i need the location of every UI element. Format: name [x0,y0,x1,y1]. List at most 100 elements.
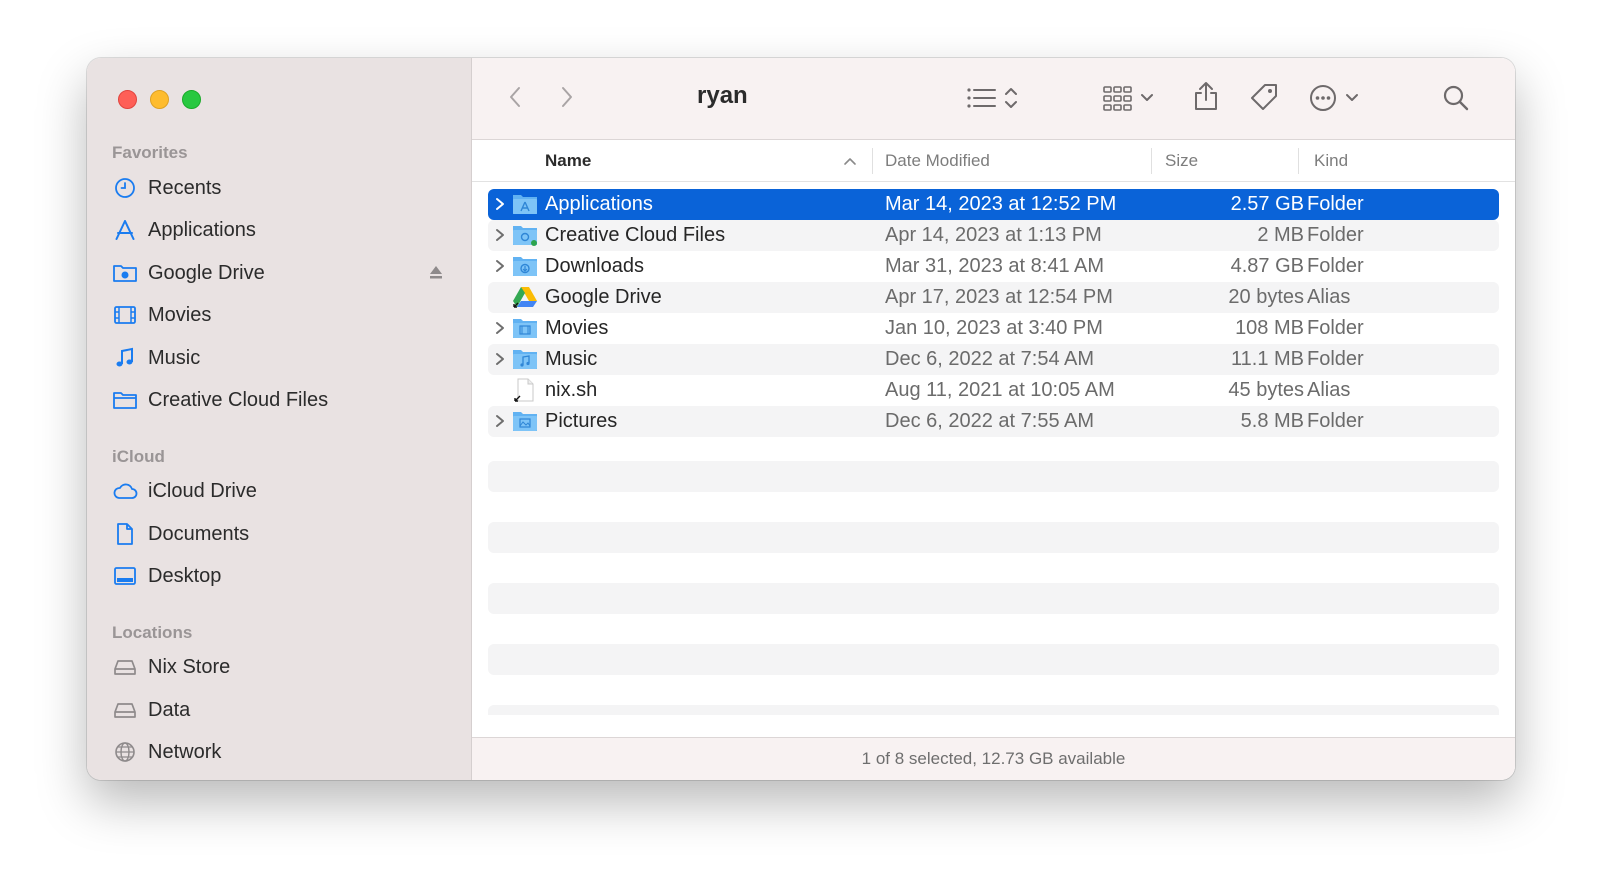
share-icon [1195,82,1217,110]
share-button[interactable] [1191,78,1221,114]
column-header-size[interactable]: Size [1165,140,1198,182]
table-row[interactable]: Movies Jan 10, 2023 at 3:40 PM 108 MB Fo… [488,313,1499,344]
minimize-button[interactable] [150,90,169,109]
sidebar-item-desktop[interactable]: Desktop [112,559,452,593]
column-divider[interactable] [872,148,873,174]
column-header-kind[interactable]: Kind [1314,140,1348,182]
empty-row-stripe [488,644,1499,675]
drive-icon [112,654,138,680]
table-row[interactable]: nix.sh Aug 11, 2021 at 10:05 AM 45 bytes… [488,375,1499,406]
file-date: Jan 10, 2023 at 3:40 PM [885,317,1103,339]
table-row[interactable]: Applications Mar 14, 2023 at 12:52 PM 2.… [488,189,1499,220]
sidebar-item-label: Music [148,346,201,369]
column-header-date[interactable]: Date Modified [885,140,990,182]
tag-icon [1251,84,1277,110]
status-bar: 1 of 8 selected, 12.73 GB available [472,737,1515,780]
back-button[interactable] [502,82,528,112]
sidebar-item-google-drive[interactable]: Google Drive [112,256,452,290]
window-controls [118,90,201,109]
sidebar-item-documents[interactable]: Documents [112,517,452,551]
file-list: Applications Mar 14, 2023 at 12:52 PM 2.… [488,189,1499,437]
window-title: ryan [697,82,748,109]
view-options-button[interactable] [965,82,1025,114]
sidebar-item-nix-store[interactable]: Nix Store [112,650,452,684]
pictures-folder-icon [513,412,537,431]
file-size: 4.87 GB [1230,255,1304,277]
sidebar-item-movies[interactable]: Movies [112,298,452,332]
search-button[interactable] [1440,82,1472,114]
globe-icon [112,739,138,765]
file-date: Apr 17, 2023 at 12:54 PM [885,286,1113,308]
zoom-button[interactable] [182,90,201,109]
sidebar-item-label: Desktop [148,564,222,587]
disclosure-triangle-icon[interactable] [494,227,506,243]
downloads-folder-icon [513,257,537,276]
sidebar-item-applications[interactable]: Applications [112,213,452,247]
column-divider[interactable] [1298,148,1299,174]
sidebar-item-label: Network [148,740,222,763]
tag-button[interactable] [1247,80,1281,114]
column-header-bar: Name Date Modified Size Kind [472,140,1515,182]
empty-row-stripe [488,522,1499,553]
column-divider[interactable] [1151,148,1152,174]
chevron-right-icon [562,87,572,107]
close-button[interactable] [118,90,137,109]
list-view-icon [967,88,996,108]
sidebar-item-label: Documents [148,522,250,545]
table-row[interactable]: Google Drive Apr 17, 2023 at 12:54 PM 20… [488,282,1499,313]
disclosure-triangle-icon[interactable] [494,351,506,367]
file-kind: Alias [1307,379,1351,401]
sidebar-item-recents[interactable]: Recents [112,171,452,205]
disclosure-triangle-icon[interactable] [494,196,506,212]
table-row[interactable]: Music Dec 6, 2022 at 7:54 AM 11.1 MB Fol… [488,344,1499,375]
sidebar-item-label: Google Drive [148,261,265,284]
clock-icon [112,175,138,201]
file-name: Downloads [545,255,644,277]
finder-window: Favorites Recents Applications Google Dr… [87,58,1515,780]
empty-row-stripe [488,705,1499,715]
sidebar-item-label: Recents [148,176,222,199]
group-button[interactable] [1102,82,1160,114]
sidebar-item-music[interactable]: Music [112,341,452,375]
disclosure-triangle-icon[interactable] [494,258,506,274]
sidebar-section-favorites: Favorites [112,143,188,162]
sidebar: Favorites Recents Applications Google Dr… [87,58,472,780]
more-actions-button[interactable] [1308,82,1366,114]
chevron-up-down-icon [1005,88,1017,108]
file-size: 2 MB [1257,224,1304,246]
table-row[interactable]: Downloads Mar 31, 2023 at 8:41 AM 4.87 G… [488,251,1499,282]
movies-folder-icon [513,319,537,338]
disclosure-triangle-icon[interactable] [494,413,506,429]
chevron-left-icon [510,87,520,107]
applications-folder-icon [513,195,537,214]
eject-icon[interactable] [428,264,444,282]
google-drive-icon [513,287,537,308]
sidebar-section-icloud: iCloud [112,447,165,466]
file-name: Movies [545,317,609,339]
file-size: 20 bytes [1228,286,1304,308]
disclosure-triangle-icon[interactable] [494,320,506,336]
column-header-name[interactable]: Name [545,140,591,182]
sidebar-item-data[interactable]: Data [112,693,452,727]
sidebar-item-creative-cloud-files[interactable]: Creative Cloud Files [112,383,452,417]
sidebar-item-network[interactable]: Network [112,735,452,769]
file-size: 5.8 MB [1240,410,1304,432]
sort-ascending-icon[interactable] [843,156,857,166]
drive-icon [112,697,138,723]
file-date: Mar 14, 2023 at 12:52 PM [885,193,1117,215]
desktop-icon [112,563,138,589]
music-note-icon [112,345,138,371]
sidebar-item-icloud-drive[interactable]: iCloud Drive [112,474,452,508]
sidebar-item-label: Movies [148,303,212,326]
chevron-down-icon [1346,94,1358,101]
music-folder-icon [513,350,537,369]
sidebar-item-label: iCloud Drive [148,479,257,502]
table-row[interactable]: Creative Cloud Files Apr 14, 2023 at 1:1… [488,220,1499,251]
toolbar: ryan [472,58,1515,140]
file-kind: Folder [1307,348,1364,370]
file-alias-icon [514,378,534,402]
table-row[interactable]: Pictures Dec 6, 2022 at 7:55 AM 5.8 MB F… [488,406,1499,437]
forward-button[interactable] [554,82,580,112]
file-kind: Folder [1307,317,1364,339]
file-name: Creative Cloud Files [545,224,726,246]
